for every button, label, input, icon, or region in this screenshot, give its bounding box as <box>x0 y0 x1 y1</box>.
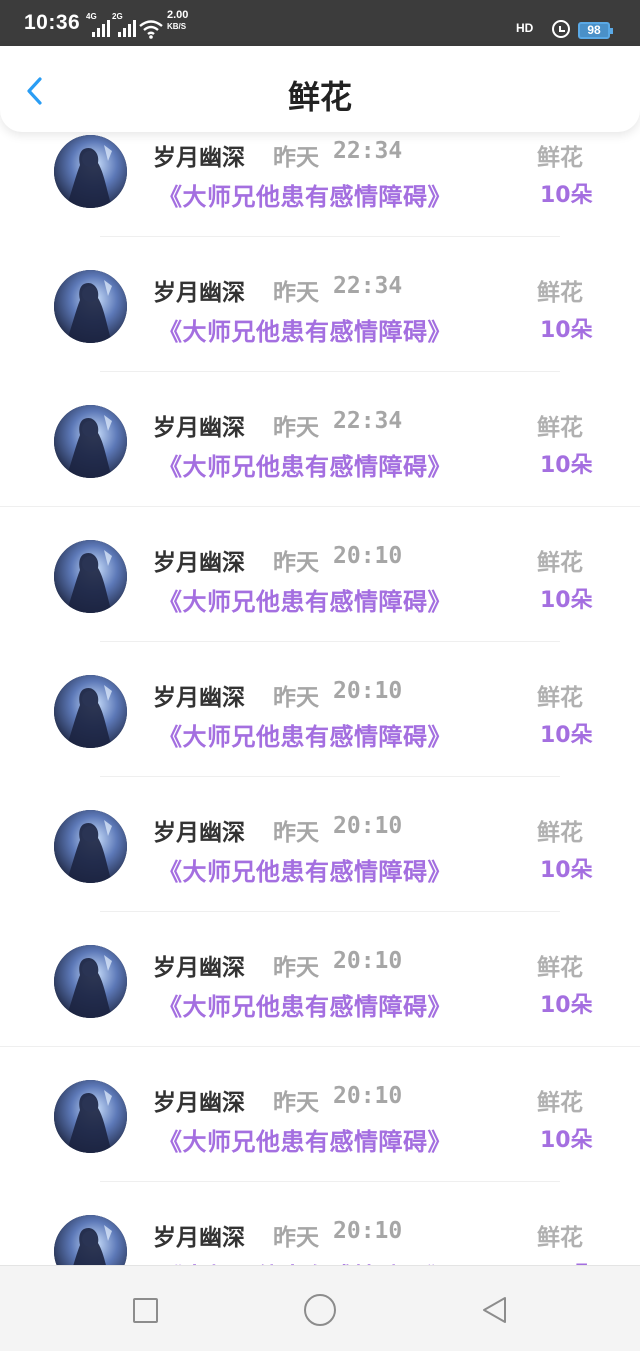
user-name[interactable]: 岁月幽深 <box>153 678 245 712</box>
user-name[interactable]: 岁月幽深 <box>153 543 245 577</box>
avatar[interactable] <box>54 135 127 208</box>
gift-count: 10朵 <box>540 453 593 478</box>
user-name[interactable]: 岁月幽深 <box>153 1218 245 1252</box>
gift-type: 鲜花 <box>537 1090 583 1116</box>
list-item[interactable]: 岁月幽深 昨天 20:10 鲜花 《大师兄他患有感情障碍》 10朵 <box>0 912 640 1047</box>
speed-unit: KB/S <box>167 22 187 31</box>
recent-apps-icon[interactable] <box>133 1298 158 1323</box>
record-day: 昨天 <box>273 685 319 711</box>
book-title-link[interactable]: 《大师兄他患有感情障碍》 <box>158 987 452 1022</box>
user-name[interactable]: 岁月幽深 <box>153 813 245 847</box>
avatar[interactable] <box>54 1215 127 1265</box>
gift-type: 鲜花 <box>537 550 583 576</box>
book-title-link[interactable]: 《大师兄他患有感情障碍》 <box>158 447 452 482</box>
top-navbar: 鲜花 <box>0 46 640 132</box>
record-day: 昨天 <box>273 145 319 171</box>
list-item[interactable]: 岁月幽深 昨天 20:10 鲜花 《大师兄他患有感情障碍》 10朵 <box>0 642 640 777</box>
gift-type: 鲜花 <box>537 1225 583 1251</box>
gift-count: 10朵 <box>540 588 593 613</box>
record-day: 昨天 <box>273 820 319 846</box>
record-day: 昨天 <box>273 955 319 981</box>
app-root: 岁月幽深 昨天 22:34 鲜花 《大师兄他患有感情障碍》 10朵 岁月幽深 昨… <box>0 0 640 1351</box>
page-title: 鲜花 <box>287 78 352 116</box>
record-time: 20:10 <box>333 543 403 569</box>
gift-count: 10朵 <box>540 723 593 748</box>
gift-type: 鲜花 <box>537 685 583 711</box>
status-time: 10:36 <box>24 11 81 34</box>
list-item[interactable]: 岁月幽深 昨天 20:10 鲜花 《大师兄他患有感情障碍》 10朵 <box>0 507 640 642</box>
gift-count: 10朵 <box>540 1128 593 1153</box>
wifi-icon <box>139 20 163 39</box>
record-time: 22:34 <box>333 273 403 299</box>
back-icon[interactable] <box>480 1294 510 1326</box>
avatar[interactable] <box>54 405 127 478</box>
home-icon[interactable] <box>304 1294 336 1326</box>
speed-value: 2.00 <box>167 9 189 21</box>
gift-count: 10朵 <box>540 858 593 883</box>
gift-type: 鲜花 <box>537 820 583 846</box>
network-speed: 2.00 KB/S <box>167 10 197 32</box>
system-nav-bar <box>0 1265 640 1351</box>
gift-type: 鲜花 <box>537 415 583 441</box>
list-item[interactable]: 岁月幽深 昨天 20:10 鲜花 《大师兄他患有感情障碍》 10朵 <box>0 1047 640 1182</box>
signal-icon: 4G <box>86 12 110 38</box>
gift-count: 10朵 <box>540 318 593 343</box>
user-name[interactable]: 岁月幽深 <box>153 948 245 982</box>
record-time: 20:10 <box>333 1218 403 1244</box>
record-day: 昨天 <box>273 280 319 306</box>
user-name[interactable]: 岁月幽深 <box>153 138 245 172</box>
record-time: 20:10 <box>333 1083 403 1109</box>
record-day: 昨天 <box>273 1225 319 1251</box>
book-title-link[interactable]: 《大师兄他患有感情障碍》 <box>158 1122 452 1157</box>
list-item[interactable]: 岁月幽深 昨天 20:10 鲜花 《大师兄他患有感情障碍》 10朵 <box>0 777 640 912</box>
record-day: 昨天 <box>273 1090 319 1116</box>
signal-icon: 2G <box>112 12 136 38</box>
gift-type: 鲜花 <box>537 955 583 981</box>
list-item[interactable]: 岁月幽深 昨天 20:10 鲜花 《大师兄他患有感情障碍》 10朵 <box>0 1182 640 1265</box>
book-title-link[interactable]: 《大师兄他患有感情障碍》 <box>158 717 452 752</box>
flower-record-list[interactable]: 岁月幽深 昨天 22:34 鲜花 《大师兄他患有感情障碍》 10朵 岁月幽深 昨… <box>0 0 640 1265</box>
avatar[interactable] <box>54 540 127 613</box>
user-name[interactable]: 岁月幽深 <box>153 273 245 307</box>
avatar[interactable] <box>54 1080 127 1153</box>
hd-voice-icon: HD <box>516 21 534 35</box>
user-name[interactable]: 岁月幽深 <box>153 408 245 442</box>
avatar[interactable] <box>54 945 127 1018</box>
status-bar: 10:36 4G 2G 2.00 KB/S HD 98 <box>0 0 640 46</box>
avatar[interactable] <box>54 270 127 343</box>
record-time: 20:10 <box>333 813 403 839</box>
record-time: 20:10 <box>333 678 403 704</box>
battery-icon: 98 <box>578 22 613 39</box>
book-title-link[interactable]: 《大师兄他患有感情障碍》 <box>158 582 452 617</box>
record-day: 昨天 <box>273 415 319 441</box>
book-title-link[interactable]: 《大师兄他患有感情障碍》 <box>158 1257 452 1265</box>
book-title-link[interactable]: 《大师兄他患有感情障碍》 <box>158 852 452 887</box>
record-time: 22:34 <box>333 138 403 164</box>
list-item[interactable]: 岁月幽深 昨天 22:34 鲜花 《大师兄他患有感情障碍》 10朵 <box>0 372 640 507</box>
record-time: 22:34 <box>333 408 403 434</box>
gift-count: 10朵 <box>540 993 593 1018</box>
alarm-icon <box>552 20 570 38</box>
gift-count: 10朵 <box>540 183 593 208</box>
gift-type: 鲜花 <box>537 145 583 171</box>
gift-count: 10朵 <box>540 1257 593 1265</box>
user-name[interactable]: 岁月幽深 <box>153 1083 245 1117</box>
record-time: 20:10 <box>333 948 403 974</box>
avatar[interactable] <box>54 675 127 748</box>
list-item[interactable]: 岁月幽深 昨天 22:34 鲜花 《大师兄他患有感情障碍》 10朵 <box>0 237 640 372</box>
record-day: 昨天 <box>273 550 319 576</box>
book-title-link[interactable]: 《大师兄他患有感情障碍》 <box>158 312 452 347</box>
avatar[interactable] <box>54 810 127 883</box>
gift-type: 鲜花 <box>537 280 583 306</box>
book-title-link[interactable]: 《大师兄他患有感情障碍》 <box>158 177 452 212</box>
